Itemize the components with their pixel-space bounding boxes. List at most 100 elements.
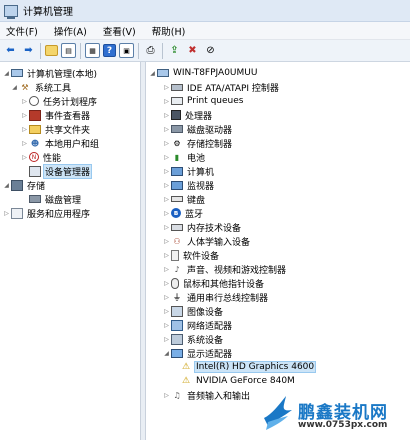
expand-arrow-icon[interactable]: ▷ (162, 224, 171, 231)
device-category-label: 处理器 (185, 111, 213, 122)
properties-button[interactable]: ▦ (85, 43, 100, 58)
device-category-sound[interactable]: ▷ ♪ 声音、视频和游戏控制器 (162, 262, 287, 276)
expand-arrow-icon[interactable]: ▷ (162, 140, 171, 147)
device-category-print-queues[interactable]: ▷ Print queues (162, 94, 244, 108)
menu-view[interactable]: 查看(V) (101, 23, 138, 39)
help-icon: ? (106, 45, 113, 56)
mouse-icon (171, 277, 179, 289)
tree-node-label: 服务和应用程序 (27, 209, 91, 220)
local-users-icon: ☻ (30, 138, 40, 148)
help-button[interactable]: ? (103, 44, 116, 57)
expand-arrow-icon[interactable]: ▷ (20, 140, 29, 147)
action-pane-button[interactable]: ▣ (119, 43, 134, 58)
device-category-usb[interactable]: ▷ ⏚ 通用串行总线控制器 (162, 290, 269, 304)
warning-display-icon: ⚠ (181, 376, 191, 386)
collapse-arrow-icon[interactable]: ◢ (2, 182, 11, 189)
device-tree-root[interactable]: ◢ WIN-T8FPJA0UMUU (148, 66, 258, 80)
device-category-monitors[interactable]: ▷ 监视器 (162, 178, 215, 192)
device-category-audio-io[interactable]: ▷ ♫ 音频输入和输出 (162, 388, 251, 402)
device-category-label: 监视器 (187, 181, 215, 192)
tree-node-label: 任务计划程序 (43, 97, 98, 108)
scan-hardware-button[interactable]: ⎙ (143, 43, 158, 58)
tree-node-shared-folders[interactable]: ▷ 共享文件夹 (20, 122, 91, 136)
device-category-mice[interactable]: ▷ 鼠标和其他指针设备 (162, 276, 265, 290)
tree-node-storage[interactable]: ◢ 存储 (2, 178, 46, 192)
toolbar-separator (162, 42, 163, 59)
expand-arrow-icon[interactable]: ▷ (162, 336, 171, 343)
device-category-system-devices[interactable]: ▷ 系统设备 (162, 332, 224, 346)
expand-arrow-icon[interactable]: ▷ (2, 210, 11, 217)
menu-help[interactable]: 帮助(H) (150, 23, 188, 39)
expand-arrow-icon[interactable]: ▷ (162, 210, 171, 217)
expand-arrow-icon[interactable]: ▷ (20, 154, 29, 161)
usb-icon: ⏚ (173, 292, 181, 302)
expand-arrow-icon[interactable]: ▷ (162, 238, 171, 245)
menu-file[interactable]: 文件(F) (4, 23, 40, 39)
collapse-arrow-icon[interactable]: ◢ (162, 350, 171, 357)
disable-button[interactable]: ⊘ (203, 43, 218, 58)
expand-arrow-icon[interactable]: ▷ (162, 322, 171, 329)
tree-node-device-manager[interactable]: 设备管理器 (20, 163, 93, 179)
device-category-processor[interactable]: ▷ 处理器 (162, 108, 213, 122)
forward-button[interactable]: ➡ (21, 43, 36, 58)
device-category-ide[interactable]: ▷ IDE ATA/ATAPI 控制器 (162, 80, 280, 94)
tree-node-system-tools[interactable]: ◢ ⚒ 系统工具 (10, 80, 72, 94)
computer-root-icon (157, 69, 169, 77)
show-tree-button[interactable]: ▤ (61, 43, 76, 58)
device-intel-hd-graphics[interactable]: ⚠ Intel(R) HD Graphics 4600 (180, 360, 317, 374)
title-bar: 计算机管理 (0, 0, 410, 22)
tree-node-event-viewer[interactable]: ▷ 事件查看器 (20, 108, 91, 122)
device-category-network-adapters[interactable]: ▷ 网络适配器 (162, 318, 233, 332)
device-category-memory-tech[interactable]: ▷ 内存技术设备 (162, 220, 242, 234)
expand-arrow-icon[interactable]: ▷ (20, 112, 29, 119)
expand-arrow-icon[interactable]: ▷ (20, 98, 29, 105)
device-category-computer[interactable]: ▷ 计算机 (162, 164, 215, 178)
display-adapter-icon (171, 348, 183, 358)
tree-node-services-apps[interactable]: ▷ 服务和应用程序 (2, 206, 91, 220)
collapse-arrow-icon[interactable]: ◢ (10, 84, 19, 91)
device-category-disk-drives[interactable]: ▷ 磁盘驱动器 (162, 122, 233, 136)
expand-arrow-icon[interactable]: ▷ (162, 252, 171, 259)
tree-node-local-users[interactable]: ▷ ☻ 本地用户和组 (20, 136, 100, 150)
tree-node-performance[interactable]: ▷ N 性能 (20, 150, 62, 164)
collapse-arrow-icon[interactable]: ◢ (2, 70, 11, 77)
menu-action[interactable]: 操作(A) (52, 23, 89, 39)
device-nvidia-geforce[interactable]: ⚠ NVIDIA GeForce 840M (180, 374, 296, 388)
expand-arrow-icon[interactable]: ▷ (162, 196, 171, 203)
back-button[interactable]: ⬅ (3, 43, 18, 58)
update-driver-button[interactable]: ⇪ (167, 43, 182, 58)
device-category-label: 声音、视频和游戏控制器 (187, 265, 287, 276)
watermark-url: www.0753px.com (298, 420, 388, 430)
device-category-imaging[interactable]: ▷ 图像设备 (162, 304, 224, 318)
device-category-storage-controllers[interactable]: ▷ ⚙ 存储控制器 (162, 136, 233, 150)
expand-arrow-icon[interactable]: ▷ (162, 182, 171, 189)
expand-arrow-icon[interactable]: ▷ (162, 98, 171, 105)
expand-arrow-icon[interactable]: ▷ (162, 308, 171, 315)
device-category-display-adapters[interactable]: ◢ 显示适配器 (162, 346, 233, 360)
expand-arrow-icon[interactable]: ▷ (162, 294, 171, 301)
device-category-software-devices[interactable]: ▷ 软件设备 (162, 248, 220, 262)
tree-node-disk-management[interactable]: 磁盘管理 (20, 192, 82, 206)
up-folder-button[interactable] (45, 45, 58, 56)
device-category-battery[interactable]: ▷ ▮ 电池 (162, 150, 206, 164)
device-category-keyboards[interactable]: ▷ 键盘 (162, 192, 206, 206)
tree-node-task-scheduler[interactable]: ▷ 任务计划程序 (20, 94, 98, 108)
expand-arrow-icon[interactable]: ▷ (162, 266, 171, 273)
expand-arrow-icon[interactable]: ▷ (162, 84, 171, 91)
uninstall-button[interactable]: ✖ (185, 43, 200, 58)
expand-arrow-icon[interactable]: ▷ (162, 168, 171, 175)
expand-arrow-icon[interactable]: ▷ (20, 126, 29, 133)
expand-arrow-icon[interactable]: ▷ (162, 154, 171, 161)
expand-arrow-icon[interactable]: ▷ (162, 392, 171, 399)
tree-node-computer-management[interactable]: ◢ 计算机管理(本地) (2, 66, 98, 80)
device-category-hid[interactable]: ▷ ⚇ 人体学输入设备 (162, 234, 251, 248)
expand-arrow-icon[interactable]: ▷ (162, 126, 171, 133)
tree-node-label: 存储 (27, 181, 46, 192)
device-category-bluetooth[interactable]: ▷ ʙ 蓝牙 (162, 206, 204, 220)
bluetooth-icon: ʙ (171, 208, 181, 218)
properties-icon: ▦ (89, 46, 96, 55)
expand-arrow-icon[interactable]: ▷ (162, 112, 171, 119)
collapse-arrow-icon[interactable]: ◢ (148, 70, 157, 77)
services-apps-icon (11, 207, 23, 219)
expand-arrow-icon[interactable]: ▷ (162, 280, 171, 287)
